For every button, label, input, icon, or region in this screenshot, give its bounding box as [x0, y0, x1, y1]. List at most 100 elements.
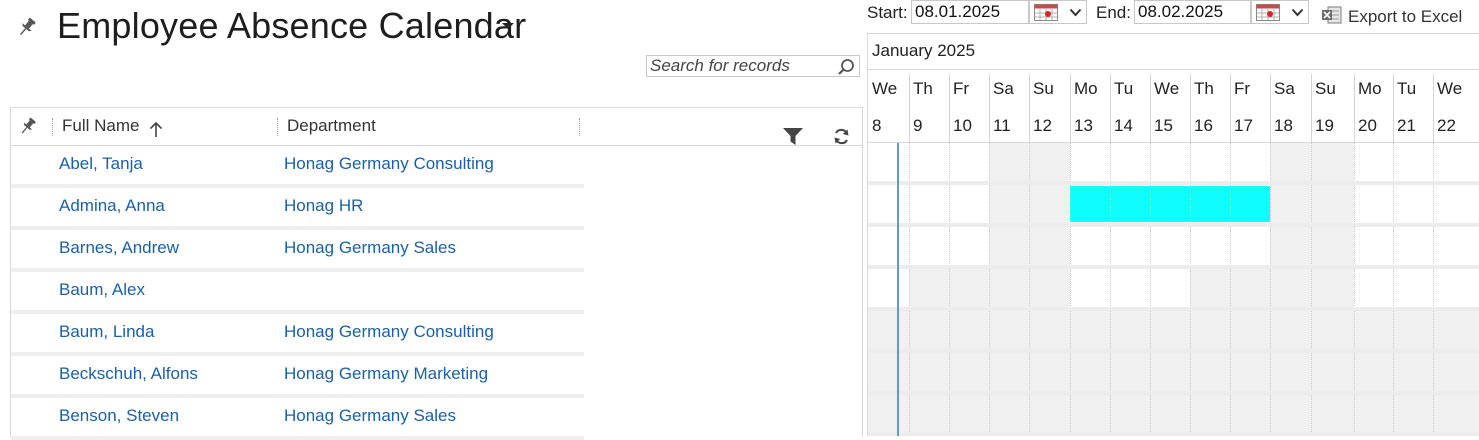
day-number-label: 10	[953, 116, 972, 135]
day-number-label: 12	[1033, 116, 1052, 135]
day-of-week-label: Fr	[953, 79, 970, 98]
table-row[interactable]: Baum, Linda Honag Germany Consulting	[11, 314, 584, 356]
day-number-label: 11	[993, 116, 1011, 135]
pin-icon[interactable]	[17, 116, 39, 136]
refresh-icon[interactable]	[833, 128, 850, 145]
filter-icon[interactable]	[783, 128, 803, 145]
day-number-label: 18	[1274, 116, 1293, 135]
column-header-department[interactable]: Department	[287, 116, 376, 136]
page-title: Employee Absence Calendar	[57, 5, 527, 46]
end-date-field[interactable]: 08.02.2025	[1134, 0, 1251, 24]
full-name-link[interactable]: Admina, Anna	[59, 196, 165, 216]
unavailable-cell	[868, 353, 1479, 391]
day-column-separator	[1433, 74, 1434, 142]
full-name-link[interactable]: Baum, Alex	[59, 280, 145, 300]
start-date-field[interactable]: 08.01.2025	[911, 0, 1029, 24]
full-name-link[interactable]: Baum, Linda	[59, 322, 154, 342]
department-link[interactable]: Honag Germany Marketing	[284, 364, 488, 384]
department-link[interactable]: Honag HR	[284, 196, 363, 216]
day-column-separator	[1270, 74, 1271, 142]
day-column-separator	[1230, 74, 1231, 142]
full-name-link[interactable]: Barnes, Andrew	[59, 238, 179, 258]
day-of-week-label: Th	[1194, 79, 1214, 98]
day-column-separator	[1150, 74, 1151, 142]
chevron-down-icon	[1291, 8, 1304, 17]
department-link[interactable]: Honag Germany Consulting	[284, 154, 494, 174]
excel-icon	[1322, 6, 1342, 24]
department-link[interactable]: Honag Germany Consulting	[284, 322, 494, 342]
department-link[interactable]: Honag Germany Sales	[284, 238, 456, 258]
today-marker	[897, 143, 899, 436]
day-number-label: 20	[1358, 116, 1377, 135]
day-column-separator	[1110, 74, 1111, 142]
table-row[interactable]: Barnes, Andrew Honag Germany Sales	[11, 230, 584, 272]
end-label: End:	[1096, 3, 1131, 22]
day-column-separator	[909, 74, 910, 142]
column-header-full-name[interactable]: Full Name	[62, 116, 139, 136]
day-column-separator	[949, 74, 950, 142]
export-to-excel-button[interactable]: Export to Excel	[1321, 5, 1471, 29]
unavailable-cell	[1190, 269, 1354, 307]
full-name-link[interactable]: Abel, Tanja	[59, 154, 143, 174]
day-number-label: 19	[1315, 116, 1334, 135]
day-column-separator	[1029, 74, 1030, 142]
row-separator	[868, 181, 1479, 185]
day-column-separator	[1070, 74, 1071, 142]
day-number-label: 9	[913, 116, 923, 135]
day-number-label: 15	[1154, 116, 1173, 135]
row-separator	[868, 223, 1479, 227]
sort-ascending-icon[interactable]	[149, 121, 163, 137]
row-separator	[868, 265, 1479, 269]
day-number-label: 16	[1194, 116, 1213, 135]
day-number-label: 13	[1074, 116, 1093, 135]
table-row[interactable]: Beckschuh, Alfons Honag Germany Marketin…	[11, 356, 584, 398]
search-input[interactable]	[647, 56, 830, 76]
chevron-down-icon	[1069, 8, 1082, 17]
day-of-week-label: Su	[1033, 79, 1054, 98]
pin-icon[interactable]	[16, 16, 38, 38]
day-number-label: 14	[1114, 116, 1133, 135]
day-column-separator	[1393, 74, 1394, 142]
absence-bar[interactable]	[1070, 186, 1270, 222]
absence-calendar: January 2025 We 8 Th 9 Fr 10 Sa 11 Su 12 Mo 13 Tu 14 W…	[867, 33, 1479, 436]
day-of-week-label: Mo	[1074, 79, 1098, 98]
calendar-icon	[1256, 4, 1280, 21]
day-column-separator	[1354, 74, 1355, 142]
day-number-label: 22	[1437, 116, 1456, 135]
full-name-link[interactable]: Beckschuh, Alfons	[59, 364, 198, 384]
table-row[interactable]: Baum, Alex	[11, 272, 584, 314]
column-separator[interactable]	[579, 118, 581, 136]
day-column-separator	[989, 74, 990, 142]
end-date-picker-button[interactable]	[1251, 0, 1309, 24]
search-box[interactable]	[646, 55, 860, 77]
unavailable-cell	[868, 395, 1479, 433]
start-date-picker-button[interactable]	[1029, 0, 1087, 24]
day-of-week-label: We	[1154, 79, 1180, 98]
day-of-week-label: Sa	[1274, 79, 1295, 98]
day-of-week-label: Su	[1315, 79, 1336, 98]
day-of-week-label: We	[872, 79, 898, 98]
column-separator[interactable]	[52, 118, 54, 136]
table-row[interactable]: Abel, Tanja Honag Germany Consulting	[11, 146, 584, 188]
table-row[interactable]: Admina, Anna Honag HR	[11, 188, 584, 230]
day-number-label: 17	[1234, 116, 1253, 135]
calendar-icon	[1034, 4, 1058, 21]
full-name-link[interactable]: Benson, Steven	[59, 406, 179, 426]
day-of-week-label: Tu	[1397, 79, 1417, 98]
row-separator	[868, 391, 1479, 395]
department-link[interactable]: Honag Germany Sales	[284, 406, 456, 426]
search-icon[interactable]	[837, 58, 855, 76]
day-number-label: 8	[872, 116, 882, 135]
month-label: January 2025	[872, 41, 976, 60]
day-column-separator	[1311, 74, 1312, 142]
table-row[interactable]: Benson, Steven Honag Germany Sales	[11, 398, 584, 440]
title-dropdown-icon[interactable]	[502, 23, 514, 29]
export-label: Export to Excel	[1348, 7, 1463, 26]
day-number-label: 21	[1397, 116, 1416, 135]
column-separator[interactable]	[277, 118, 279, 136]
day-of-week-label: Tu	[1114, 79, 1134, 98]
day-of-week-label: We	[1437, 79, 1463, 98]
row-separator	[868, 307, 1479, 311]
day-column-separator	[1190, 74, 1191, 142]
grid-header: Full Name Department	[11, 108, 862, 146]
